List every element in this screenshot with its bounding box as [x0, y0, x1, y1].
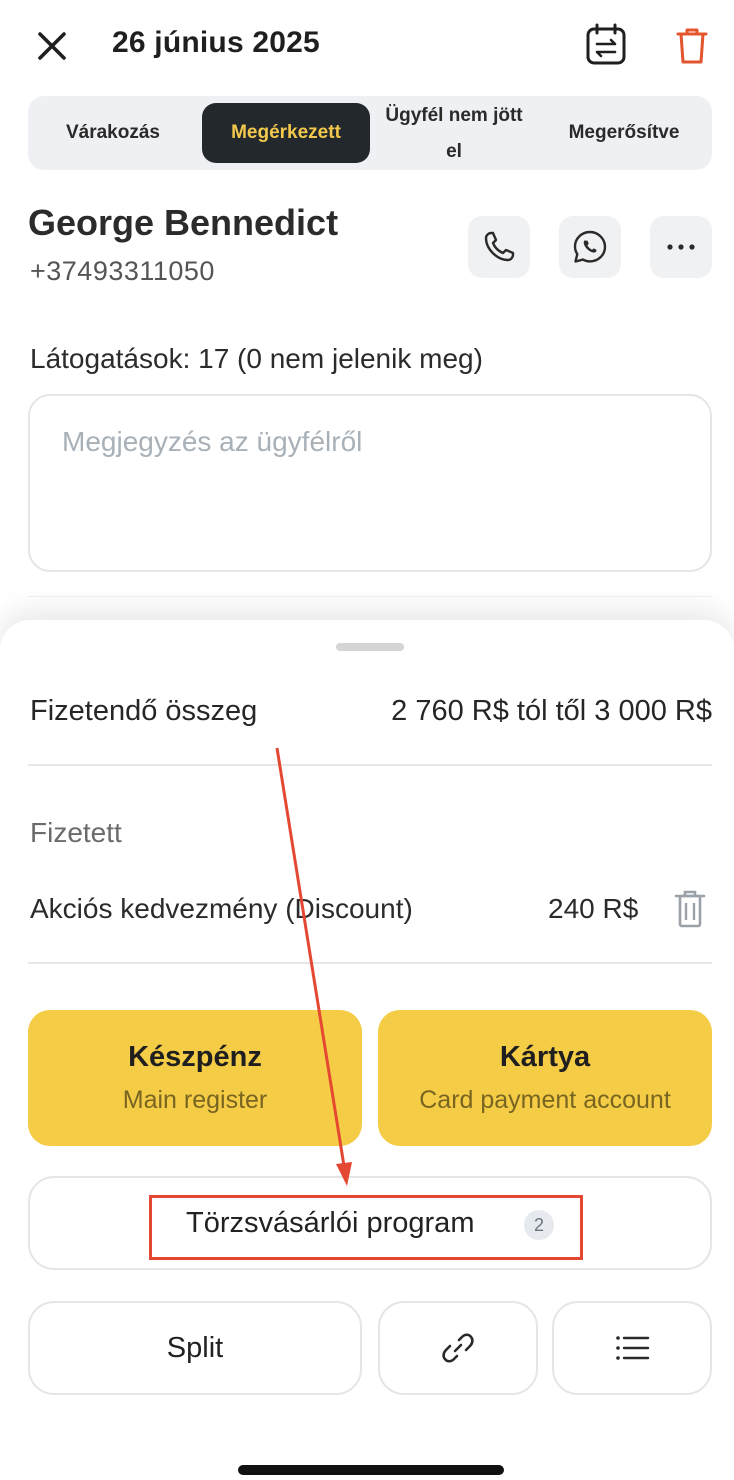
phone-icon	[484, 231, 515, 262]
close-button[interactable]	[30, 24, 74, 68]
paid-section-label: Fizetett	[30, 817, 122, 848]
tab-waiting[interactable]: Várakozás	[28, 96, 198, 170]
split-button[interactable]: Split	[28, 1301, 362, 1395]
card-payment-title: Kártya	[499, 1041, 591, 1073]
amount-due-label: Fizetendő összeg	[30, 695, 258, 727]
card-payment-button[interactable]: Kártya Card payment account	[378, 1010, 712, 1146]
tab-no-show-label-line1: Ügyfél nem jött	[385, 105, 523, 126]
sheet-drag-handle[interactable]	[336, 643, 404, 651]
list-icon	[616, 1336, 650, 1360]
trash-icon	[676, 28, 708, 64]
call-button[interactable]	[468, 216, 530, 278]
divider	[28, 962, 712, 964]
amount-due-value: 2 760 R$ tól től 3 000 R$	[391, 695, 712, 727]
discount-label: Akciós kedvezmény (Discount)	[30, 893, 413, 924]
items-list-button[interactable]	[552, 1301, 712, 1395]
whatsapp-button[interactable]	[559, 216, 621, 278]
cash-payment-title: Készpénz	[128, 1041, 262, 1073]
client-note-input[interactable]	[28, 394, 712, 572]
tab-confirmed[interactable]: Megerősítve	[536, 96, 712, 170]
visits-summary: Látogatások: 17 (0 nem jelenik meg)	[30, 343, 483, 374]
home-indicator	[238, 1465, 504, 1475]
discount-value: 240 R$	[548, 893, 639, 924]
more-icon	[667, 244, 695, 250]
close-icon	[38, 32, 66, 60]
annotation-highlight-box	[149, 1195, 583, 1260]
client-name[interactable]: George Bennedict	[28, 202, 338, 244]
trash-icon	[674, 890, 706, 928]
divider	[28, 764, 712, 766]
page-title: 26 június 2025	[112, 26, 320, 59]
client-phone[interactable]: +37493311050	[30, 256, 215, 287]
delete-appointment-button[interactable]	[672, 24, 712, 68]
tab-no-show-label-line2: el	[446, 141, 462, 162]
status-tabs: Várakozás Megérkezett Ügyfél nem jött el…	[28, 96, 712, 170]
payment-link-button[interactable]	[378, 1301, 538, 1395]
tab-no-show[interactable]: Ügyfél nem jött el	[372, 96, 536, 170]
more-options-button[interactable]	[650, 216, 712, 278]
link-icon	[442, 1333, 474, 1363]
cash-payment-button[interactable]: Készpénz Main register	[28, 1010, 362, 1146]
divider	[28, 596, 712, 597]
calendar-reschedule-icon	[586, 23, 626, 65]
card-payment-subtitle: Card payment account	[419, 1086, 671, 1114]
tab-arrived[interactable]: Megérkezett	[202, 103, 370, 163]
cash-payment-subtitle: Main register	[122, 1086, 268, 1114]
reschedule-button[interactable]	[584, 22, 628, 68]
whatsapp-icon	[573, 230, 607, 263]
remove-discount-button[interactable]	[672, 888, 708, 930]
